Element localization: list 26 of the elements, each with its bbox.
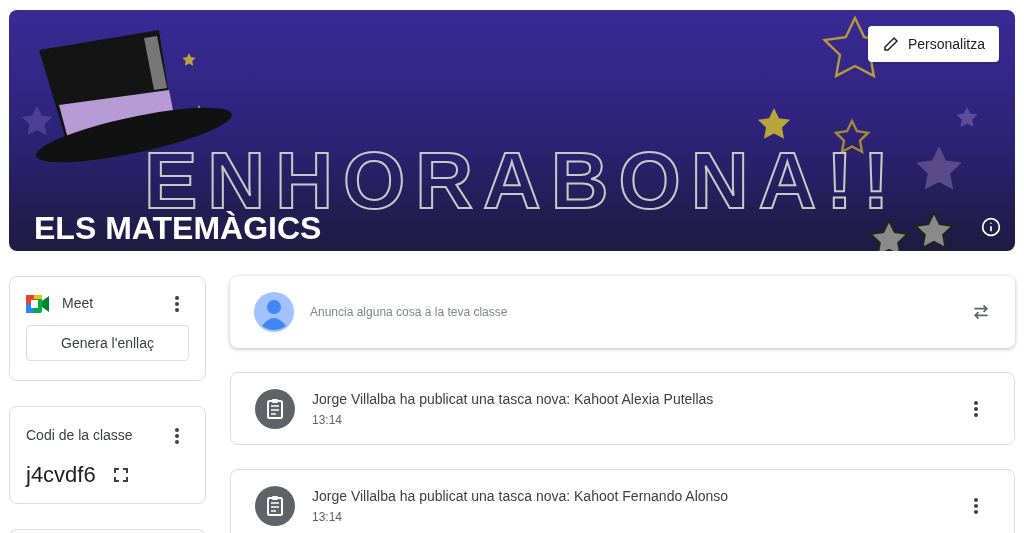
post-card[interactable]: Jorge Villalba ha publicat una tasca nova: Kahoot Fernando Alonso 13:14 (230, 469, 1015, 533)
info-icon[interactable] (981, 217, 1001, 237)
post-title: Jorge Villalba ha publicat una tasca nova: Kahoot Alexia Putellas (312, 389, 714, 409)
generate-link-button[interactable]: Genera l'enllaç (26, 325, 189, 361)
more-options-icon[interactable] (175, 427, 179, 444)
post-time: 13:14 (312, 411, 344, 429)
pencil-icon (881, 35, 900, 53)
fullscreen-icon[interactable] (113, 467, 128, 482)
avatar-icon (254, 292, 294, 332)
meet-label: Meet (62, 294, 94, 313)
more-options-icon[interactable] (974, 400, 978, 417)
announce-field[interactable]: Anuncia alguna cosa a la teva classe (310, 303, 971, 321)
class-code-label: Codi de la classe (26, 426, 133, 445)
assignment-icon (255, 485, 295, 526)
more-options-icon[interactable] (175, 295, 179, 312)
post-card[interactable]: Jorge Villalba ha publicat una tasca nova: Kahoot Alexia Putellas 13:14 (230, 372, 1015, 445)
banner-artwork-text: ENHORABONA!! (144, 152, 900, 210)
customize-button[interactable]: Personalitza (867, 26, 999, 62)
more-options-icon[interactable] (974, 497, 978, 514)
repost-icon[interactable] (971, 302, 991, 322)
video-camera-icon (26, 294, 50, 313)
assignment-icon (255, 388, 295, 429)
class-title: ELS MATEMÀGICS (34, 212, 322, 244)
post-title: Jorge Villalba ha publicat una tasca nova: Kahoot Fernando Alonso (312, 486, 729, 506)
class-code: j4cvdf6 (26, 461, 96, 489)
post-time: 13:14 (312, 508, 344, 526)
